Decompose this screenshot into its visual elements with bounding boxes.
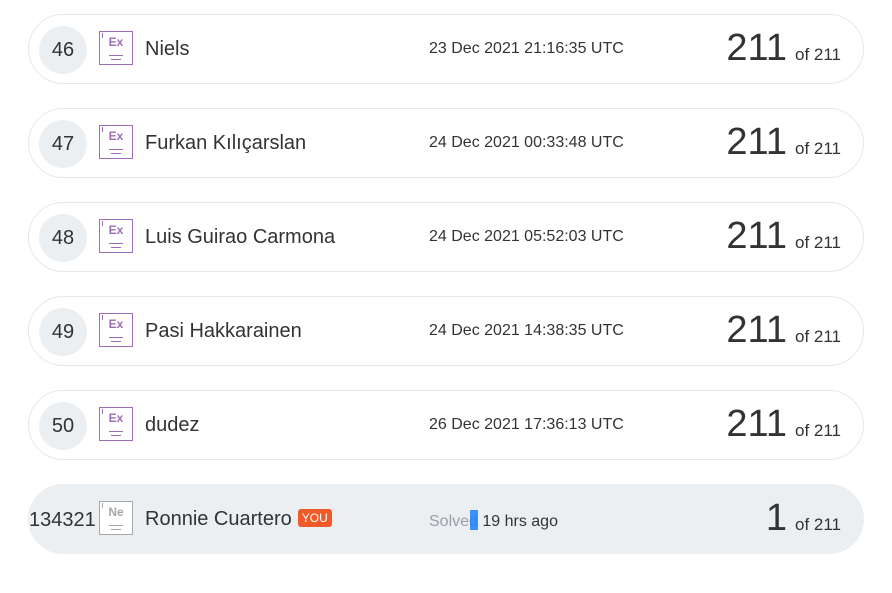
current-user-row[interactable]: 134321 Ne Ronnie Cuartero YOU Solved 19 h… <box>28 484 864 554</box>
leaderboard-row[interactable]: 48 Ex Luis Guirao Carmona 24 Dec 2021 05… <box>28 202 864 272</box>
text-cursor <box>469 510 478 530</box>
score-total: of 211 <box>794 139 841 158</box>
score: 211 of 211 <box>726 403 841 446</box>
score-total: of 211 <box>794 327 841 346</box>
completion-time: 26 Dec 2021 17:36:13 UTC <box>429 416 624 433</box>
score-value: 211 <box>726 27 787 69</box>
score: 1 of 211 <box>766 497 841 540</box>
player-name[interactable]: dudez <box>145 414 200 437</box>
score: 211 of 211 <box>726 215 841 258</box>
element-badge-icon: Ex <box>99 125 133 159</box>
rank-number: 46 <box>39 26 87 74</box>
player-name[interactable]: Pasi Hakkarainen <box>145 320 302 343</box>
element-badge-icon: Ex <box>99 407 133 441</box>
score-value: 211 <box>726 215 787 257</box>
score-total: of 211 <box>794 45 841 64</box>
element-badge-icon: Ex <box>99 31 133 65</box>
completion-time: 24 Dec 2021 00:33:48 UTC <box>429 134 624 151</box>
leaderboard-row[interactable]: 46 Ex Niels 23 Dec 2021 21:16:35 UTC 211… <box>28 14 864 84</box>
leaderboard-row[interactable]: 47 Ex Furkan Kılıçarslan 24 Dec 2021 00:… <box>28 108 864 178</box>
element-badge-icon: Ex <box>99 219 133 253</box>
score-value: 211 <box>726 121 787 163</box>
leaderboard-row[interactable]: 49 Ex Pasi Hakkarainen 24 Dec 2021 14:38… <box>28 296 864 366</box>
player-name[interactable]: Niels <box>145 38 189 61</box>
player-name-text: Ronnie Cuartero <box>145 508 292 530</box>
player-name[interactable]: Furkan Kılıçarslan <box>145 132 306 155</box>
element-badge-icon: Ex <box>99 313 133 347</box>
rank-number: 49 <box>39 308 87 356</box>
completion-time: 24 Dec 2021 05:52:03 UTC <box>429 228 624 245</box>
score: 211 of 211 <box>726 27 841 70</box>
score-value: 211 <box>726 403 787 445</box>
solved-status: Solved 19 hrs ago <box>429 510 558 531</box>
rank-number: 134321 <box>29 508 96 531</box>
leaderboard-row[interactable]: 50 Ex dudez 26 Dec 2021 17:36:13 UTC 211… <box>28 390 864 460</box>
score: 211 of 211 <box>726 121 841 164</box>
score-total: of 211 <box>794 233 841 252</box>
you-badge: YOU <box>297 509 332 527</box>
rank-number: 47 <box>39 120 87 168</box>
completion-time: 24 Dec 2021 14:38:35 UTC <box>429 322 624 339</box>
leaderboard-list: 46 Ex Niels 23 Dec 2021 21:16:35 UTC 211… <box>28 14 864 578</box>
solved-ago: 19 hrs ago <box>477 513 558 530</box>
rank-number: 48 <box>39 214 87 262</box>
player-name[interactable]: Luis Guirao Carmona <box>145 226 335 249</box>
score-value: 1 <box>765 497 787 539</box>
element-badge-icon: Ne <box>99 501 133 535</box>
player-name[interactable]: Ronnie Cuartero YOU <box>145 508 332 531</box>
score-total: of 211 <box>794 515 841 534</box>
score-total: of 211 <box>794 421 841 440</box>
rank-number: 50 <box>39 402 87 450</box>
completion-time: 23 Dec 2021 21:16:35 UTC <box>429 40 624 57</box>
score-value: 211 <box>726 309 787 351</box>
score: 211 of 211 <box>726 309 841 352</box>
